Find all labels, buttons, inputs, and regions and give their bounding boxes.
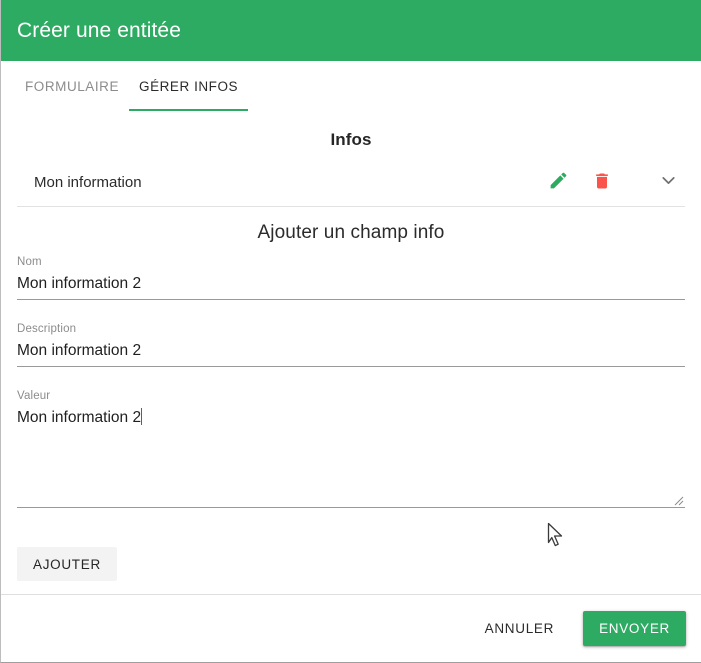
submit-button[interactable]: ENVOYER — [583, 611, 686, 646]
tab-formulaire[interactable]: FORMULAIRE — [15, 61, 129, 111]
field-valeur: Valeur Mon information 2 — [17, 389, 685, 508]
field-nom-underline — [17, 299, 685, 300]
edit-info-button[interactable] — [541, 167, 575, 197]
info-item-label: Mon information — [34, 173, 142, 191]
field-description-label: Description — [17, 323, 77, 335]
info-list: Mon information — [1, 164, 701, 207]
field-valeur-label: Valeur — [17, 390, 51, 402]
tab-bar: FORMULAIRE GÉRER INFOS — [1, 61, 701, 111]
valeur-textarea-text: Mon information 2 — [17, 409, 142, 426]
add-button-row: AJOUTER — [1, 530, 701, 581]
expand-info-button[interactable] — [651, 167, 685, 197]
dialog-header: Créer une entitée — [1, 0, 701, 61]
dialog-footer: ANNULER ENVOYER — [1, 594, 701, 662]
tab-gerer-infos-label: GÉRER INFOS — [139, 78, 239, 94]
create-entity-dialog: Créer une entitée FORMULAIRE GÉRER INFOS… — [0, 0, 701, 663]
page-title: Créer une entitée — [17, 19, 181, 42]
list-item[interactable]: Mon information — [1, 164, 701, 200]
text-caret — [141, 408, 143, 425]
field-description: Description Mon information 2 — [17, 322, 685, 367]
chevron-down-icon — [658, 170, 679, 194]
delete-info-button[interactable] — [585, 167, 619, 197]
dialog-body: Infos Mon information Ajouter un champ i… — [1, 111, 701, 594]
field-nom-label: Nom — [17, 256, 42, 268]
field-valeur-underline — [17, 507, 685, 508]
tab-formulaire-label: FORMULAIRE — [25, 78, 120, 94]
description-input[interactable]: Mon information 2 — [17, 336, 685, 366]
trash-icon — [592, 171, 612, 194]
add-field-form: Nom Mon information 2 Description Mon in… — [1, 255, 701, 508]
info-item-actions — [541, 167, 685, 197]
infos-section-title: Infos — [330, 130, 372, 149]
add-button[interactable]: AJOUTER — [17, 547, 117, 581]
tab-gerer-infos[interactable]: GÉRER INFOS — [129, 61, 249, 111]
nom-input[interactable]: Mon information 2 — [17, 269, 685, 299]
valeur-textarea[interactable]: Mon information 2 — [17, 403, 685, 507]
pencil-icon — [548, 170, 569, 194]
list-divider — [17, 206, 685, 207]
field-nom: Nom Mon information 2 — [17, 255, 685, 300]
field-description-underline — [17, 366, 685, 367]
add-field-form-title: Ajouter un champ info — [257, 222, 445, 243]
cancel-button[interactable]: ANNULER — [469, 612, 570, 646]
